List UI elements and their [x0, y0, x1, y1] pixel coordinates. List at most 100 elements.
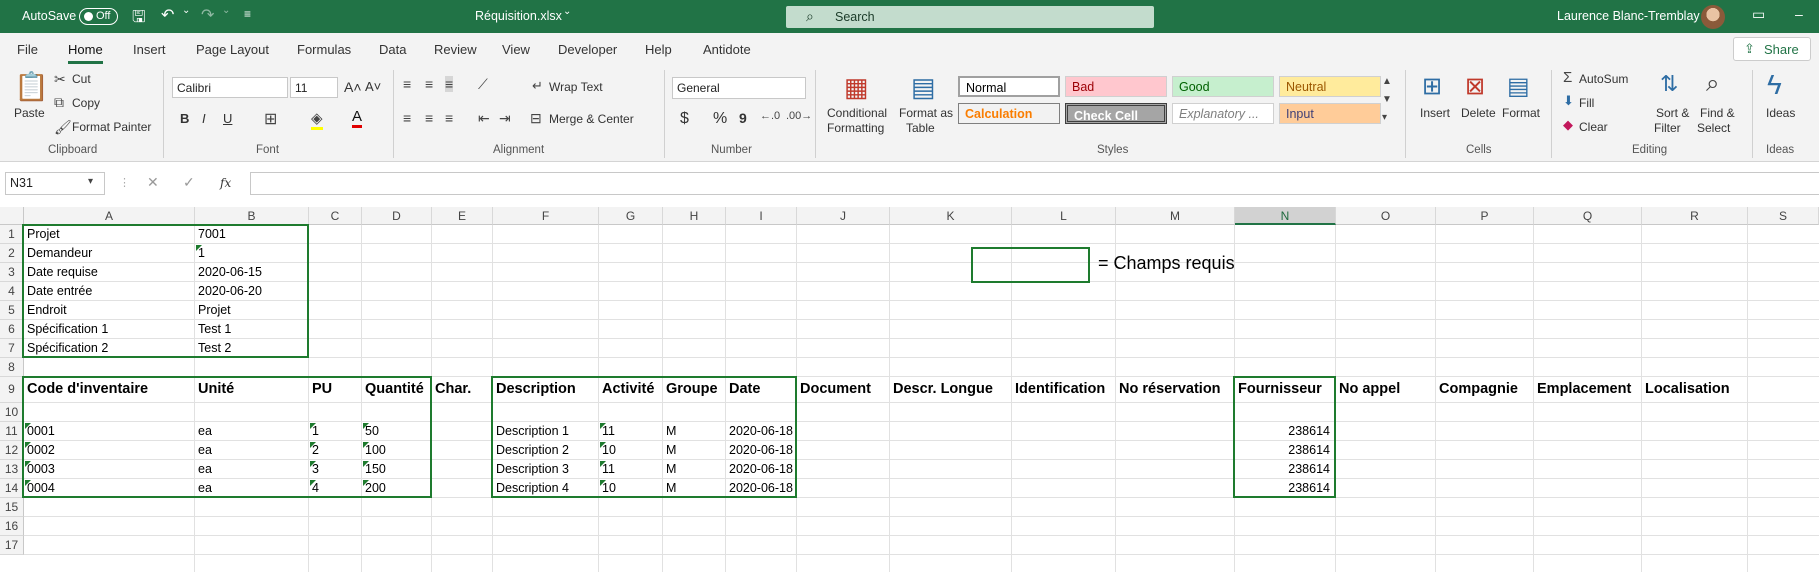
row-header-3[interactable]: 3 — [0, 263, 24, 282]
insert-cells-button[interactable]: Insert — [1420, 106, 1450, 120]
number-format-select[interactable]: General — [672, 77, 806, 99]
table-header-m[interactable]: No réservation — [1119, 381, 1221, 397]
conditional-formatting-label[interactable]: Conditional — [827, 106, 887, 120]
row-header-12[interactable]: 12 — [0, 441, 24, 460]
column-header-p[interactable]: P — [1436, 207, 1534, 225]
tab-page-layout[interactable]: Page Layout — [196, 42, 269, 57]
format-cells-icon[interactable]: ▤ — [1507, 72, 1530, 101]
select-all-corner[interactable] — [0, 207, 24, 225]
find-select-label-2[interactable]: Select — [1697, 121, 1730, 135]
column-header-h[interactable]: H — [663, 207, 726, 225]
formula-input[interactable] — [250, 172, 1819, 195]
ideas-button[interactable]: Ideas — [1766, 106, 1795, 120]
insert-cells-icon[interactable]: ⊞ — [1422, 72, 1442, 101]
column-header-m[interactable]: M — [1116, 207, 1235, 225]
redo-dropdown-icon[interactable]: ⌄ — [222, 5, 230, 16]
delete-cells-button[interactable]: Delete — [1461, 106, 1496, 120]
table-header-r[interactable]: Localisation — [1645, 381, 1730, 397]
cell-style-calculation[interactable]: Calculation — [958, 103, 1060, 124]
clear-icon[interactable]: ◆ — [1563, 117, 1573, 133]
percent-button[interactable]: % — [713, 110, 727, 128]
cell-style-bad[interactable]: Bad — [1065, 76, 1167, 97]
row-header-17[interactable]: 17 — [0, 536, 24, 555]
search-input[interactable]: ⌕ Search — [786, 6, 1154, 28]
column-header-e[interactable]: E — [432, 207, 493, 225]
underline-button[interactable]: U — [223, 111, 232, 126]
format-as-table-label-2[interactable]: Table — [906, 121, 935, 135]
increase-indent-icon[interactable]: ⇥ — [499, 110, 511, 127]
font-color-icon[interactable]: A — [352, 108, 363, 128]
row-header-4[interactable]: 4 — [0, 282, 24, 301]
column-header-q[interactable]: Q — [1534, 207, 1642, 225]
merge-center-icon[interactable]: ⊟ — [530, 110, 542, 127]
ideas-icon[interactable]: ϟ — [1767, 69, 1782, 101]
format-painter-icon[interactable]: 🖌 — [54, 119, 72, 136]
align-middle-icon[interactable]: ≡ — [425, 76, 433, 92]
column-header-o[interactable]: O — [1336, 207, 1436, 225]
table-header-e[interactable]: Char. — [435, 381, 471, 397]
table-header-p[interactable]: Compagnie — [1439, 381, 1518, 397]
customize-toolbar-icon[interactable]: ≡ — [244, 7, 251, 21]
table-header-o[interactable]: No appel — [1339, 381, 1400, 397]
wrap-text-icon[interactable]: ↵ — [532, 78, 543, 94]
avatar[interactable] — [1701, 5, 1725, 29]
autosave-toggle[interactable]: Off — [79, 8, 118, 25]
column-header-l[interactable]: L — [1012, 207, 1116, 225]
clear-button[interactable]: Clear — [1579, 120, 1608, 134]
format-painter-button[interactable]: Format Painter — [72, 120, 151, 134]
fill-color-icon[interactable]: ◈ — [311, 109, 323, 130]
cancel-icon[interactable]: ✕ — [147, 174, 159, 191]
find-select-label[interactable]: Find & — [1700, 106, 1735, 120]
tab-file[interactable]: File — [17, 42, 38, 57]
merge-center-button[interactable]: Merge & Center — [549, 112, 634, 126]
conditional-formatting-label-2[interactable]: Formatting — [827, 121, 884, 135]
name-box-dropdown-icon[interactable]: ▾ — [88, 176, 93, 187]
tab-home[interactable]: Home — [68, 42, 103, 64]
row-header-11[interactable]: 11 — [0, 422, 24, 441]
sort-filter-label-2[interactable]: Filter — [1654, 121, 1681, 135]
column-header-s[interactable]: S — [1748, 207, 1819, 225]
sort-filter-icon[interactable]: ⇅ — [1660, 71, 1678, 97]
column-header-d[interactable]: D — [362, 207, 432, 225]
format-cells-button[interactable]: Format — [1502, 106, 1540, 120]
tab-review[interactable]: Review — [434, 42, 477, 57]
column-header-k[interactable]: K — [890, 207, 1012, 225]
copy-button[interactable]: Copy — [72, 96, 100, 110]
cell-style-good[interactable]: Good — [1172, 76, 1274, 97]
tab-view[interactable]: View — [502, 42, 530, 57]
worksheet-grid[interactable]: ABCDEFGHIJKLMNOPQRS 1 2 3 4 5 6 7 8 9 10 11 12 13 14 1… — [0, 207, 1819, 572]
styles-more-icon[interactable]: ▾ — [1382, 112, 1387, 123]
increase-decimal-icon[interactable]: ←.0 — [760, 110, 780, 122]
file-name[interactable]: Réquisition.xlsx — [475, 9, 562, 23]
orientation-icon[interactable]: ⟋ — [478, 76, 488, 93]
column-header-g[interactable]: G — [599, 207, 663, 225]
format-as-table-icon[interactable]: ▤ — [911, 72, 936, 103]
cell-style-explanatory[interactable]: Explanatory ... — [1172, 103, 1274, 124]
fill-icon[interactable]: ⬇ — [1563, 93, 1574, 109]
column-header-b[interactable]: B — [195, 207, 309, 225]
row-header-1[interactable]: 1 — [0, 225, 24, 244]
borders-icon[interactable]: ⊞ — [264, 109, 277, 129]
align-top-icon[interactable]: ≡ — [403, 76, 411, 92]
user-name[interactable]: Laurence Blanc-Tremblay — [1557, 9, 1700, 23]
save-icon[interactable]: 🖫 — [132, 6, 146, 33]
comma-button[interactable]: 9 — [739, 110, 747, 126]
undo-dropdown-icon[interactable]: ⌄ — [182, 5, 190, 16]
cell-style-input[interactable]: Input — [1279, 103, 1381, 124]
font-name-select[interactable]: Calibri — [172, 77, 288, 98]
redo-icon[interactable]: ↷ — [201, 5, 214, 25]
tab-formulas[interactable]: Formulas — [297, 42, 351, 57]
column-header-f[interactable]: F — [493, 207, 599, 225]
italic-button[interactable]: I — [202, 111, 206, 126]
column-header-n[interactable]: N — [1235, 207, 1336, 225]
decrease-decimal-icon[interactable]: .00→ — [786, 110, 812, 122]
column-header-c[interactable]: C — [309, 207, 362, 225]
insert-function-button[interactable]: fx — [220, 176, 231, 190]
conditional-formatting-icon[interactable]: ▦ — [844, 72, 869, 103]
row-header-13[interactable]: 13 — [0, 460, 24, 479]
tab-insert[interactable]: Insert — [133, 42, 166, 57]
cut-button[interactable]: Cut — [72, 72, 91, 86]
align-bottom-icon[interactable]: ≡ — [445, 76, 454, 92]
fill-button[interactable]: Fill — [1579, 96, 1594, 110]
align-center-icon[interactable]: ≡ — [425, 110, 433, 126]
